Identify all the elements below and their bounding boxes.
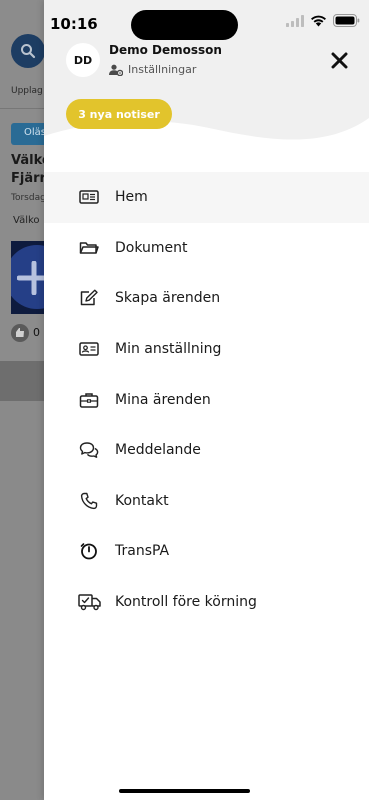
- chat-bubbles-icon: [78, 439, 100, 461]
- navigation-drawer: DD Demo Demosson Inställningar 3 nya not…: [44, 0, 369, 800]
- menu-item-skapa-arenden[interactable]: Skapa ärenden: [44, 273, 369, 324]
- edit-icon: [78, 287, 100, 309]
- search-icon: [21, 44, 36, 59]
- menu-item-label: Kontroll före körning: [115, 594, 257, 611]
- menu-item-label: Min anställning: [115, 341, 222, 358]
- user-name: Demo Demosson: [109, 43, 222, 57]
- newspaper-icon: [78, 186, 100, 208]
- like-count: 0: [33, 326, 40, 339]
- menu-item-kontroll-fore-korning[interactable]: Kontroll före körning: [44, 577, 369, 628]
- menu-item-label: Hem: [115, 189, 148, 206]
- menu-item-meddelande[interactable]: Meddelande: [44, 425, 369, 476]
- menu-item-label: Kontakt: [115, 492, 169, 509]
- menu-item-label: Mina ärenden: [115, 391, 211, 408]
- folder-icon: [78, 237, 100, 259]
- status-bar: 10:16: [0, 0, 369, 44]
- menu-item-label: TransPA: [115, 543, 170, 560]
- like-button[interactable]: [11, 324, 29, 342]
- briefcase-icon: [78, 389, 100, 411]
- menu-item-hem[interactable]: Hem: [44, 172, 369, 223]
- settings-label: Inställningar: [128, 63, 197, 76]
- status-time: 10:16: [50, 15, 98, 33]
- menu-item-dokument[interactable]: Dokument: [44, 223, 369, 274]
- settings-link[interactable]: Inställningar: [109, 63, 196, 76]
- user-settings-icon: [109, 64, 123, 76]
- avatar[interactable]: DD: [66, 43, 100, 77]
- notifications-badge-button[interactable]: 3 nya notiser: [66, 99, 172, 129]
- drawer-menu: Hem Dokument Skapa ärenden Min anställni…: [44, 172, 369, 627]
- menu-item-label: Meddelande: [115, 442, 201, 459]
- menu-item-transpa[interactable]: TransPA: [44, 526, 369, 577]
- truck-icon: [78, 591, 102, 613]
- close-button[interactable]: [327, 48, 351, 72]
- cellular-signal-icon: [286, 14, 304, 27]
- id-card-icon: [78, 338, 100, 360]
- close-icon: [331, 52, 347, 68]
- feed-item-text: Välko: [13, 215, 40, 226]
- dynamic-island: [131, 10, 238, 40]
- menu-item-kontakt[interactable]: Kontakt: [44, 476, 369, 527]
- menu-item-label: Dokument: [115, 239, 188, 256]
- status-icons: [286, 14, 360, 27]
- thumbs-up-icon: [16, 328, 24, 337]
- background-upplag-label: Upplag: [11, 86, 43, 96]
- phone-icon: [78, 490, 100, 512]
- timer-icon: [78, 540, 100, 562]
- wifi-icon: [311, 15, 326, 26]
- home-indicator: [119, 789, 250, 793]
- feed-item-date: Torsdag: [11, 193, 46, 203]
- menu-item-label: Skapa ärenden: [115, 290, 221, 307]
- battery-icon: [333, 14, 360, 27]
- menu-item-min-anstallning[interactable]: Min anställning: [44, 324, 369, 375]
- menu-item-mina-arenden[interactable]: Mina ärenden: [44, 374, 369, 425]
